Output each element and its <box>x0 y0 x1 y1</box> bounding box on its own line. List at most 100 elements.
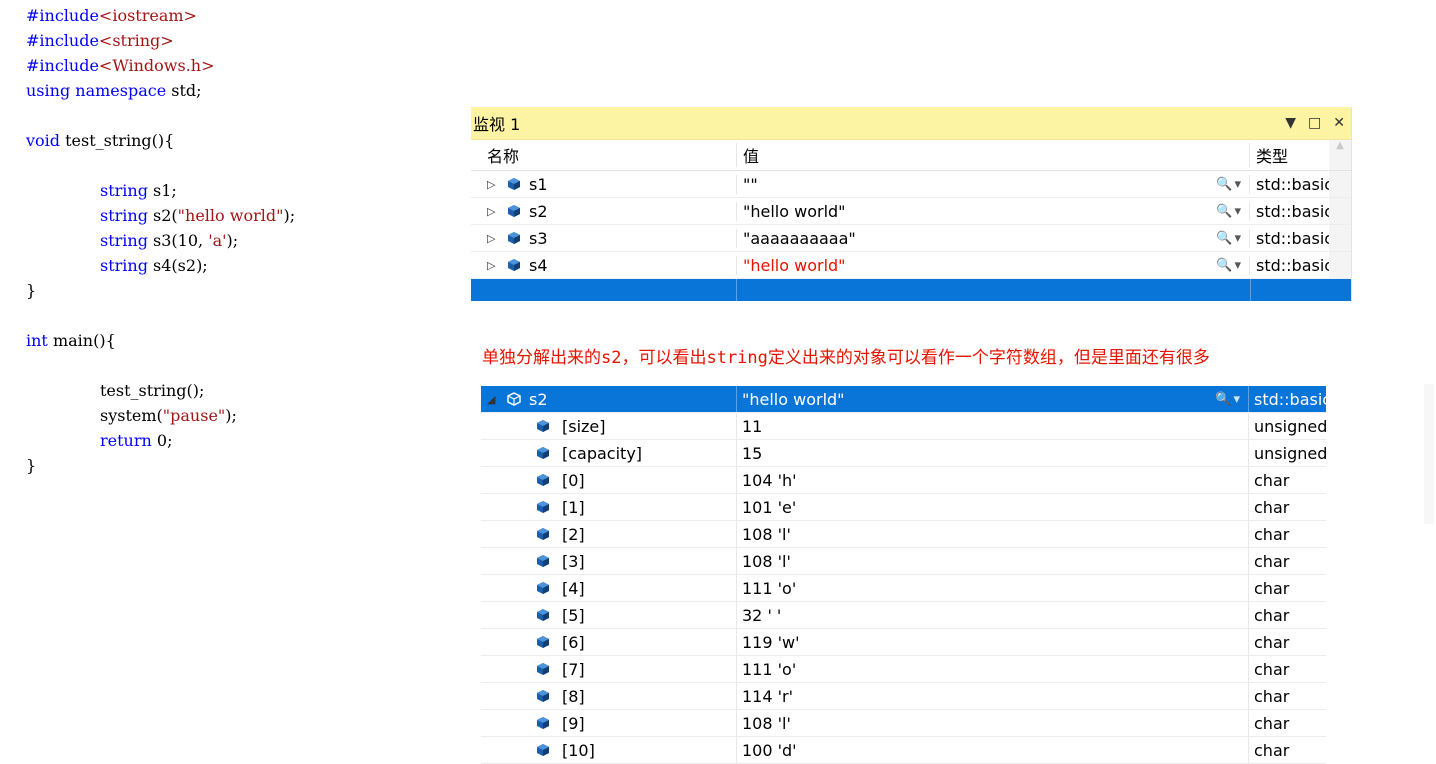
scrollbar-up-icon[interactable]: ▲ <box>1329 140 1351 170</box>
variable-type: std::basic_string <box>1249 174 1329 194</box>
child-value: 32 ' ' <box>736 602 1248 628</box>
variable-value: "hello world" <box>743 201 846 221</box>
code-token: std; <box>166 81 202 100</box>
child-name: [3] <box>562 551 585 571</box>
code-line[interactable]: void test_string(){ <box>26 128 295 153</box>
code-line[interactable] <box>26 303 295 328</box>
expand-triangle-icon[interactable]: ▷ <box>487 259 499 272</box>
field-icon <box>537 636 549 648</box>
variable-name: s3 <box>529 228 548 248</box>
code-line[interactable]: return 0; <box>26 428 295 453</box>
field-icon <box>537 609 549 621</box>
child-row[interactable]: [8] 114 'r' char <box>481 683 1326 710</box>
value-column-header[interactable]: 值 <box>736 143 1249 167</box>
watch-row-s3[interactable]: ▷ s3 "aaaaaaaaaa" 🔍▾ std::basic_string <box>471 225 1351 252</box>
field-icon <box>537 528 549 540</box>
field-icon <box>537 447 549 459</box>
child-row[interactable]: [3] 108 'l' char <box>481 548 1326 575</box>
child-row[interactable]: [4] 111 'o' char <box>481 575 1326 602</box>
variable-name: s4 <box>529 255 548 275</box>
watch-empty-selected-row[interactable] <box>471 279 1351 301</box>
child-value: 114 'r' <box>736 683 1248 709</box>
code-token: namespace <box>75 81 167 100</box>
maximize-icon[interactable]: □ <box>1308 115 1321 131</box>
magnifier-icon[interactable]: 🔍▾ <box>1216 177 1243 192</box>
field-icon <box>537 582 549 594</box>
watch-row-s1[interactable]: ▷ s1 "" 🔍▾ std::basic_string <box>471 171 1351 198</box>
code-token: using <box>26 81 71 100</box>
code-line[interactable]: int main(){ <box>26 328 295 353</box>
collapse-triangle-icon[interactable]: ◢ <box>487 393 499 406</box>
child-row[interactable]: [7] 111 'o' char <box>481 656 1326 683</box>
code-token: #include <box>26 56 99 75</box>
name-column-header[interactable]: 名称 <box>471 143 736 167</box>
object-icon <box>508 232 520 244</box>
code-token: <string> <box>98 31 174 50</box>
magnifier-icon[interactable]: 🔍▾ <box>1216 258 1243 273</box>
object-icon <box>507 392 521 406</box>
child-value: 111 'o' <box>736 575 1248 601</box>
code-token: <iostream> <box>98 6 197 25</box>
child-row[interactable]: [5] 32 ' ' char <box>481 602 1326 629</box>
magnifier-icon[interactable]: 🔍▾ <box>1216 231 1243 246</box>
code-line[interactable]: } <box>26 278 295 303</box>
child-type: char <box>1248 710 1326 736</box>
child-row[interactable]: [size] 11unsigned int <box>481 413 1326 440</box>
child-name: [capacity] <box>562 443 643 463</box>
child-row[interactable]: [capacity] 15unsigned int <box>481 440 1326 467</box>
close-icon[interactable]: ✕ <box>1333 115 1345 131</box>
code-token: 'a' <box>208 231 227 250</box>
expand-triangle-icon[interactable]: ▷ <box>487 205 499 218</box>
code-token: s3(10, <box>147 231 209 250</box>
variable-type: std::basic_string <box>1248 386 1326 412</box>
code-line[interactable]: #include<Windows.h> <box>26 53 295 78</box>
type-column-header[interactable]: 类型 <box>1249 143 1329 167</box>
child-row[interactable]: [2] 108 'l' char <box>481 521 1326 548</box>
magnifier-icon[interactable]: 🔍▾ <box>1216 204 1243 219</box>
child-value: 11 <box>736 413 1248 439</box>
code-line[interactable]: } <box>26 453 295 478</box>
field-icon <box>537 690 549 702</box>
expand-triangle-icon[interactable]: ▷ <box>487 178 499 191</box>
expand-triangle-icon[interactable]: ▷ <box>487 232 499 245</box>
code-line[interactable] <box>26 103 295 128</box>
code-editor[interactable]: #include<iostream> #include<string> #inclu… <box>26 3 295 478</box>
child-name: [10] <box>562 740 595 760</box>
code-line[interactable]: test_string(); <box>26 378 295 403</box>
code-token: test_string(){ <box>60 131 175 150</box>
object-icon <box>508 205 520 217</box>
code-line[interactable]: string s2("hello world"); <box>26 203 295 228</box>
child-row[interactable]: [6] 119 'w' char <box>481 629 1326 656</box>
child-name: [8] <box>562 686 585 706</box>
variable-value: "aaaaaaaaaa" <box>743 228 856 248</box>
watch-row-s2[interactable]: ▷ s2 "hello world" 🔍▾ std::basic_string <box>471 198 1351 225</box>
child-row[interactable]: [9] 108 'l' char <box>481 710 1326 737</box>
field-icon <box>537 663 549 675</box>
code-line[interactable]: string s4(s2); <box>26 253 295 278</box>
code-token: string <box>100 206 148 225</box>
child-row[interactable]: [10] 100 'd' char <box>481 737 1326 764</box>
code-token: "pause" <box>162 406 226 425</box>
child-value: 108 'l' <box>736 521 1248 547</box>
code-token: string <box>100 181 148 200</box>
expanded-watch-view: ◢ s2 "hello world" 🔍▾ std::basic_string … <box>481 386 1326 764</box>
code-token: } <box>26 281 37 300</box>
code-line[interactable]: #include<iostream> <box>26 3 295 28</box>
child-row[interactable]: [0] 104 'h' char <box>481 467 1326 494</box>
code-line[interactable]: string s1; <box>26 178 295 203</box>
scrollbar-track[interactable] <box>1424 384 1434 524</box>
child-type: char <box>1248 494 1326 520</box>
field-icon <box>537 474 549 486</box>
code-line[interactable]: system("pause"); <box>26 403 295 428</box>
watch-row-s4[interactable]: ▷ s4 "hello world" 🔍▾ std::basic_string <box>471 252 1351 279</box>
watch-row-s2-expanded[interactable]: ◢ s2 "hello world" 🔍▾ std::basic_string <box>481 386 1326 413</box>
code-line[interactable] <box>26 353 295 378</box>
code-line[interactable] <box>26 153 295 178</box>
code-line[interactable]: string s3(10, 'a'); <box>26 228 295 253</box>
child-type: char <box>1248 683 1326 709</box>
child-row[interactable]: [1] 101 'e' char <box>481 494 1326 521</box>
code-line[interactable]: using namespace std; <box>26 78 295 103</box>
magnifier-icon[interactable]: 🔍▾ <box>1215 392 1242 407</box>
dropdown-arrow-icon[interactable]: ▼ <box>1285 115 1296 131</box>
code-line[interactable]: #include<string> <box>26 28 295 53</box>
